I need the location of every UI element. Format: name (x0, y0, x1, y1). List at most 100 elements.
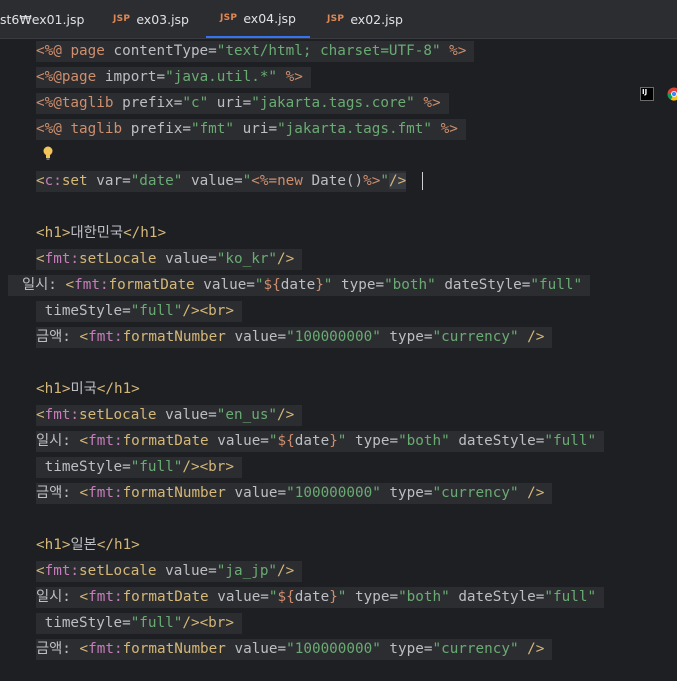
attribute-name: type= (380, 485, 433, 501)
tag-name: formatNumber (122, 641, 226, 657)
code-line-setlocale[interactable]: <fmt:setLocale value="ja_jp"/> (36, 561, 303, 582)
tag-open: < (79, 329, 89, 345)
attribute-name: import= (96, 69, 166, 85)
code-line-formatdate[interactable]: 일시: <fmt:formatDate value="${date}" type… (36, 431, 605, 452)
tag-namespace: fmt: (88, 589, 123, 605)
directive-keyword: page (70, 43, 105, 59)
tag-close: /> (182, 303, 200, 319)
tab-ex03[interactable]: JSP ex03.jsp (113, 0, 189, 38)
attribute-name: type= (346, 589, 399, 605)
code-editor[interactable]: <%@ page contentType="text/html; charset… (8, 39, 677, 681)
tab-ex02[interactable]: JSP ex02.jsp (327, 0, 403, 38)
code-line-h1[interactable]: <h1>미국</h1> (36, 379, 140, 400)
code-line-formatnumber[interactable]: 금액: <fmt:formatNumber value="100000000" … (36, 483, 553, 504)
keyword-new: new (277, 173, 312, 189)
attribute-name: type= (380, 329, 433, 345)
attribute-name: dateStyle= (449, 433, 545, 449)
attribute-quote: " (268, 589, 278, 605)
tag-close: /> (277, 407, 295, 423)
attribute-name: contentType= (104, 43, 217, 59)
tag-open: <h1> (36, 381, 71, 397)
code-line-import-directive[interactable]: <%@page import="java.util.*" %> (36, 67, 311, 88)
code-line-timestyle[interactable]: timeStyle="full"/><br> (36, 301, 242, 322)
tag-name: formatDate (122, 589, 209, 605)
code-line-h1[interactable]: <h1>일본</h1> (36, 535, 140, 556)
tag-name: setLocale (79, 407, 157, 423)
attribute-name: type= (346, 433, 399, 449)
tag-name: setLocale (79, 563, 157, 579)
attribute-value: "both" (398, 433, 450, 449)
attribute-name: value= (156, 563, 217, 579)
heading-text: 미국 (70, 381, 97, 397)
attribute-name: uri= (208, 95, 252, 111)
expression-open: <%= (251, 173, 278, 189)
attribute-value: "ko_kr" (216, 251, 278, 267)
attribute-name: timeStyle= (36, 459, 131, 475)
attribute-value: "full" (544, 589, 597, 605)
label-text: 금액: (36, 641, 80, 657)
attribute-value: "full" (130, 615, 183, 631)
code-line-timestyle[interactable]: timeStyle="full"/><br> (36, 457, 242, 478)
label-text: 금액: (36, 329, 80, 345)
code-line-setlocale[interactable]: <fmt:setLocale value="ko_kr"/> (36, 249, 303, 270)
tab-ex01[interactable]: st6₩ex01.jsp (0, 0, 84, 38)
attribute-value: "currency" (432, 641, 519, 657)
tag-name: formatDate (108, 277, 195, 293)
code-line-formatnumber[interactable]: 금액: <fmt:formatNumber value="100000000" … (36, 327, 553, 348)
attribute-name: value= (208, 589, 269, 605)
intellij-icon[interactable]: IJ (640, 87, 654, 101)
code-line-formatdate[interactable]: 일시: <fmt:formatDate value="${date}" type… (36, 587, 605, 608)
attribute-value: "c" (182, 95, 209, 111)
tag-namespace: fmt: (44, 563, 80, 579)
chrome-icon[interactable] (667, 87, 677, 101)
attribute-value: "ja_jp" (216, 563, 278, 579)
code-line-formatdate[interactable]: 일시: <fmt:formatDate value="${date}" type… (8, 275, 591, 296)
attribute-name: timeStyle= (36, 303, 131, 319)
attribute-value: "100000000" (286, 485, 381, 501)
text-caret (422, 172, 423, 190)
attribute-name: dateStyle= (449, 589, 545, 605)
tab-label: ex04.jsp (243, 10, 296, 26)
attribute-value: "full" (130, 303, 183, 319)
tag-name: formatNumber (122, 485, 226, 501)
tab-ex04[interactable]: JSP ex04.jsp (206, 0, 310, 38)
el-open: ${ (277, 589, 295, 605)
jsp-file-icon: JSP (220, 13, 238, 23)
code-line-taglib-fmt[interactable]: <%@ taglib prefix="fmt" uri="jakarta.tag… (36, 119, 466, 140)
tag-close: /> (518, 485, 545, 501)
editor-gutter[interactable] (0, 39, 23, 681)
editor-tab-bar: st6₩ex01.jsp JSP ex03.jsp JSP ex04.jsp J… (0, 0, 677, 39)
tag-name: setLocale (79, 251, 157, 267)
code-line-page-directive[interactable]: <%@ page contentType="text/html; charset… (36, 41, 475, 62)
tag-close: </h1> (96, 537, 140, 553)
el-close: } (329, 589, 338, 605)
code-line-c-set[interactable]: <c:set var="date" value="<%=new Date()%>… (36, 171, 407, 192)
el-open: ${ (277, 433, 295, 449)
tab-label: ex02.jsp (350, 11, 403, 27)
attribute-name: prefix= (122, 121, 191, 137)
lightbulb-icon[interactable] (41, 145, 55, 161)
code-line-formatnumber[interactable]: 금액: <fmt:formatNumber value="100000000" … (36, 639, 553, 660)
attribute-name: value= (194, 277, 255, 293)
tag-namespace: fmt: (88, 641, 123, 657)
code-line-h1[interactable]: <h1>대한민국</h1> (36, 223, 166, 244)
code-line-setlocale[interactable]: <fmt:setLocale value="en_us"/> (36, 405, 303, 426)
tag-close: /> (518, 329, 545, 345)
tag-name: formatNumber (122, 329, 226, 345)
tag-close: /> (182, 615, 200, 631)
code-line-taglib-core[interactable]: <%@taglib prefix="c" uri="jakarta.tags.c… (36, 93, 449, 114)
code-line-timestyle[interactable]: timeStyle="full"/><br> (36, 613, 242, 634)
label-text: 일시: (36, 433, 80, 449)
jsp-file-icon: JSP (327, 14, 345, 24)
attribute-value: "fmt" (190, 121, 235, 137)
heading-text: 대한민국 (70, 225, 124, 241)
br-tag: <br> (199, 615, 234, 631)
attribute-value: "full" (530, 277, 583, 293)
tag-namespace: fmt: (88, 485, 123, 501)
directive-open: <%@ (36, 95, 62, 111)
el-open: ${ (263, 277, 281, 293)
attribute-name: value= (225, 485, 287, 501)
directive-keyword: taglib (61, 95, 114, 111)
tag-namespace: fmt: (44, 251, 80, 267)
el-variable: date (280, 277, 316, 293)
